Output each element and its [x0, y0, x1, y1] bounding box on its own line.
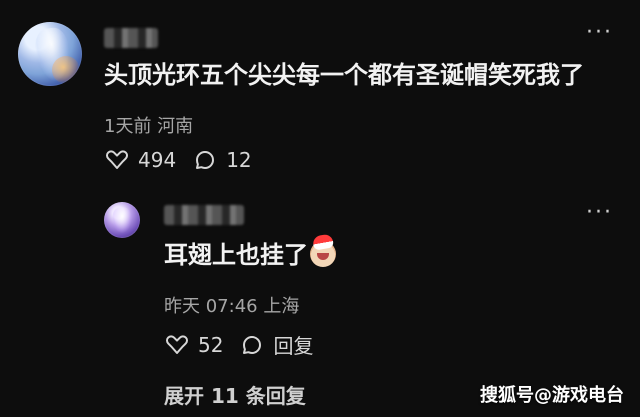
main-comment-meta: 1天前 河南	[104, 116, 194, 137]
main-reply-count: 12	[226, 148, 252, 172]
main-like-button[interactable]: 494	[104, 148, 176, 172]
reply-avatar[interactable]	[104, 202, 140, 238]
main-more-icon[interactable]: ···	[586, 20, 613, 45]
reply-meta: 昨天 07:46 上海	[164, 296, 300, 317]
reply-text: 耳翅上也挂了	[164, 241, 308, 269]
main-avatar[interactable]	[18, 22, 82, 86]
expand-replies-link[interactable]: 展开 11 条回复	[164, 380, 306, 409]
reply-comment-text: 耳翅上也挂了	[164, 240, 336, 270]
comment-icon	[192, 148, 218, 172]
main-actions: 494 12	[104, 148, 252, 172]
reply-more-icon[interactable]: ···	[586, 200, 613, 225]
reply-username-blurred[interactable]	[164, 205, 244, 225]
crying-laughing-santa-hat-emoji-icon	[310, 241, 336, 267]
watermark: 搜狐号@游戏电台	[480, 385, 624, 406]
reply-button-label: 回复	[273, 334, 314, 358]
reply-button[interactable]: 回复	[239, 330, 313, 359]
heart-icon	[104, 148, 130, 172]
comment-icon	[239, 333, 265, 357]
main-username-blurred[interactable]	[104, 28, 158, 48]
main-comment-text: 头顶光环五个尖尖每一个都有圣诞帽笑死我了	[104, 61, 584, 89]
reply-actions: 52 回复	[164, 330, 313, 359]
reply-like-button[interactable]: 52	[164, 333, 223, 357]
reply-like-count: 52	[198, 332, 224, 357]
main-reply-count-button[interactable]: 12	[192, 148, 252, 172]
main-like-count: 494	[138, 148, 177, 172]
heart-icon	[164, 333, 190, 357]
